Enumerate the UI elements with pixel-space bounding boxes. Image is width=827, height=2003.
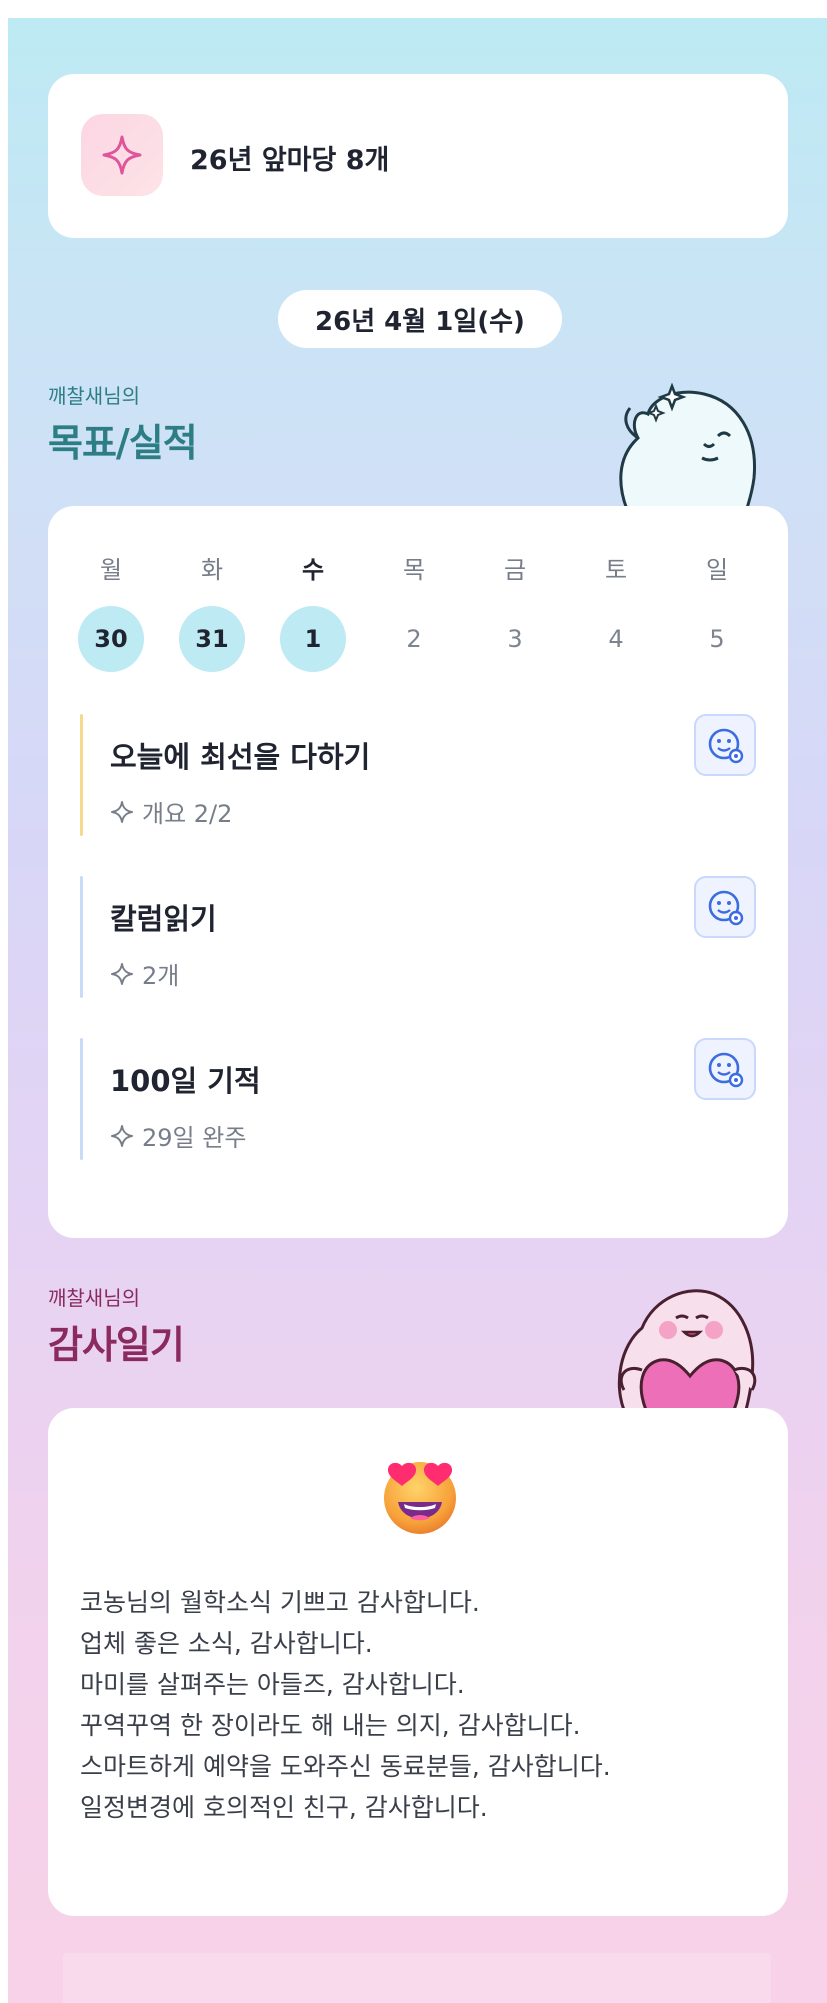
weekday-thu: 목 (402, 556, 426, 584)
goal-feeling-button[interactable] (694, 876, 756, 938)
day-2[interactable]: 2 (381, 606, 447, 672)
summary-text: 26년 앞마당 8개 (190, 145, 390, 176)
goal-meta-text: 29일 완주 (142, 1124, 247, 1152)
weekday-tue: 화 (200, 556, 224, 584)
summary-card[interactable]: 26년 앞마당 8개 (48, 74, 788, 238)
bottom-placeholder (63, 1953, 771, 2003)
waving-mascot-icon (619, 382, 757, 512)
goal-meta: 29일 완주 (110, 1118, 246, 1153)
goal-meta: 2개 (110, 956, 179, 991)
sparkle-icon (111, 1124, 133, 1147)
gratitude-section-subtitle: 깨찰새님의 (48, 1286, 140, 1310)
goal-item[interactable]: 100일 기적 29일 완주 (80, 1038, 760, 1160)
day-4[interactable]: 4 (583, 606, 649, 672)
weekday-row: 월 화 수 목 금 토 일 (74, 550, 784, 590)
gratitude-line: 일정변경에 호의적인 친구, 감사합니다. (80, 1793, 488, 1822)
sparkle-icon (81, 114, 163, 196)
weekday-sun: 일 (705, 556, 729, 584)
day-3[interactable]: 3 (482, 606, 548, 672)
goal-meta-text: 2개 (142, 962, 180, 990)
sparkle-icon (111, 800, 133, 823)
gratitude-line: 스마트하게 예약을 도와주신 동료분들, 감사합니다. (80, 1752, 611, 1781)
goal-accent-bar (80, 876, 83, 998)
heart-mascot-icon (617, 1289, 757, 1410)
date-row: 30 31 1 2 3 4 5 (74, 606, 784, 672)
goals-section-subtitle: 깨찰새님의 (48, 384, 140, 408)
gratitude-card: 코농님의 월학소식 기쁘고 감사합니다. 업체 좋은 소식, 감사합니다. 마미… (48, 1408, 788, 1916)
sparkle-icon (111, 962, 133, 985)
gratitude-line: 업체 좋은 소식, 감사합니다. (80, 1629, 373, 1658)
app-screen: 26년 앞마당 8개 26년 4월 1일(수) 깨찰새님의 목표/실적 월 화 … (8, 18, 827, 2003)
day-5[interactable]: 5 (684, 606, 750, 672)
goal-meta-text: 개요 2/2 (142, 800, 233, 828)
smile-face-icon (708, 1052, 744, 1088)
goal-feeling-button[interactable] (694, 1038, 756, 1100)
goal-title: 칼럼읽기 (110, 902, 217, 936)
goal-item[interactable]: 오늘에 최선을 다하기 개요 2/2 (80, 714, 760, 836)
weekday-fri: 금 (503, 556, 527, 584)
weekday-sat: 토 (604, 556, 628, 584)
day-30[interactable]: 30 (78, 606, 144, 672)
gratitude-section-title: 감사일기 (48, 1323, 185, 1367)
day-1[interactable]: 1 (280, 606, 346, 672)
goal-accent-bar (80, 714, 83, 836)
goal-meta: 개요 2/2 (110, 794, 232, 829)
heart-eyes-emoji-icon (384, 1462, 456, 1534)
goal-feeling-button[interactable] (694, 714, 756, 776)
weekday-wed: 수 (301, 556, 325, 584)
date-pill[interactable]: 26년 4월 1일(수) (278, 290, 562, 348)
gratitude-entries: 코농님의 월학소식 기쁘고 감사합니다. 업체 좋은 소식, 감사합니다. 마미… (80, 1582, 770, 1828)
gratitude-line: 꾸역꾸역 한 장이라도 해 내는 의지, 감사합니다. (80, 1711, 581, 1740)
gratitude-line: 코농님의 월학소식 기쁘고 감사합니다. (80, 1588, 480, 1617)
goal-item[interactable]: 칼럼읽기 2개 (80, 876, 760, 998)
gratitude-line: 마미를 살펴주는 아들즈, 감사합니다. (80, 1670, 465, 1699)
smile-face-icon (708, 728, 744, 764)
weekday-mon: 월 (99, 556, 123, 584)
goals-card: 월 화 수 목 금 토 일 30 31 1 2 3 4 5 오늘에 최선을 다하… (48, 506, 788, 1238)
goals-section-title: 목표/실적 (48, 421, 198, 465)
smile-face-icon (708, 890, 744, 926)
goal-title: 100일 기적 (110, 1064, 261, 1098)
goal-title: 오늘에 최선을 다하기 (110, 740, 371, 774)
day-31[interactable]: 31 (179, 606, 245, 672)
goal-accent-bar (80, 1038, 83, 1160)
